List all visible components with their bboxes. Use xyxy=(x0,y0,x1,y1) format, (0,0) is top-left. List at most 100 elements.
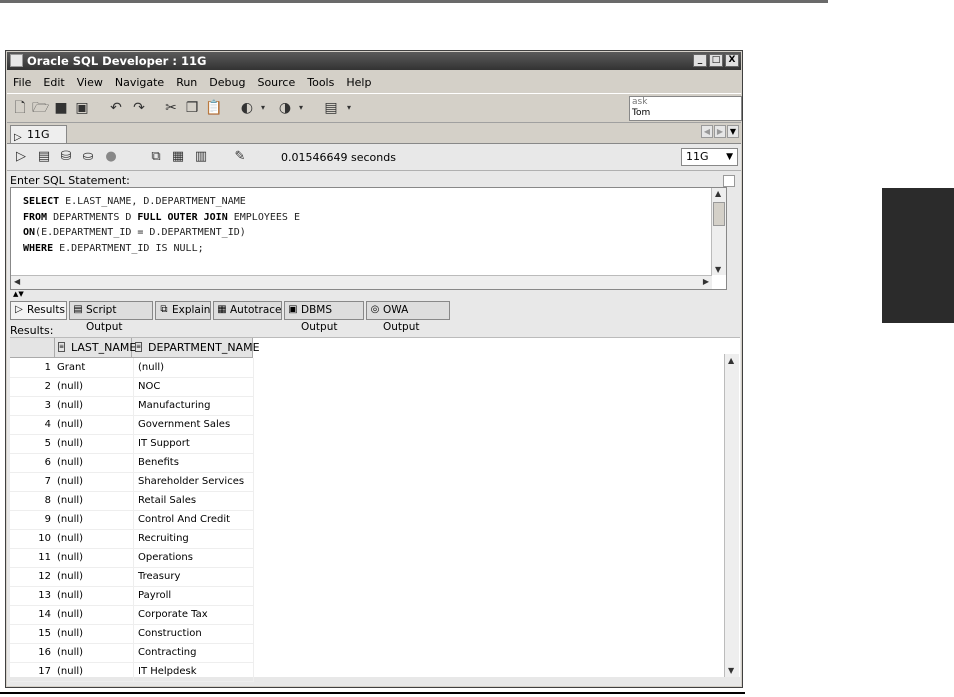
table-row[interactable]: 17 (null) IT Helpdesk xyxy=(10,662,254,682)
maximize-button[interactable]: □ xyxy=(709,54,723,67)
run-script-icon[interactable]: ▤ xyxy=(36,149,52,165)
table-row[interactable]: 8 (null) Retail Sales xyxy=(10,491,254,511)
table-row[interactable]: 16 (null) Contracting xyxy=(10,643,254,663)
save-all-icon[interactable]: ▣ xyxy=(74,100,90,116)
execute-statement-icon[interactable]: ▷ xyxy=(13,149,29,165)
sql-worksheet-icon[interactable]: ▤ xyxy=(323,100,339,116)
scroll-up-icon[interactable]: ▲ xyxy=(715,189,721,198)
tab-11g[interactable]: ▷ 11G xyxy=(10,125,67,143)
last-name-cell[interactable]: (null) xyxy=(54,377,134,396)
department-name-cell[interactable]: Manufacturing xyxy=(134,396,254,415)
row-number-cell[interactable]: 5 xyxy=(10,434,54,453)
tab-scroll-left-icon[interactable]: ◀ xyxy=(701,125,713,138)
department-name-cell[interactable]: Control And Credit xyxy=(134,510,254,529)
tab-owa-output[interactable]: ◎ OWA Output xyxy=(366,301,450,333)
row-number-cell[interactable]: 13 xyxy=(10,586,54,605)
department-name-cell[interactable]: Construction xyxy=(134,624,254,643)
undo-icon[interactable]: ↶ xyxy=(108,100,124,116)
department-name-cell[interactable]: NOC xyxy=(134,377,254,396)
table-row[interactable]: 2 (null) NOC xyxy=(10,377,254,397)
table-row[interactable]: 9 (null) Control And Credit xyxy=(10,510,254,530)
autotrace-icon[interactable]: ▦ xyxy=(170,149,186,165)
row-number-cell[interactable]: 3 xyxy=(10,396,54,415)
last-name-cell[interactable]: (null) xyxy=(54,643,134,662)
row-number-cell[interactable]: 6 xyxy=(10,453,54,472)
tab-list-icon[interactable]: ▼ xyxy=(727,125,739,138)
table-row[interactable]: 12 (null) Treasury xyxy=(10,567,254,587)
minimize-button[interactable]: _ xyxy=(693,54,707,67)
menu-edit[interactable]: Edit xyxy=(37,76,70,89)
menu-source[interactable]: Source xyxy=(251,76,301,89)
splitter-handle[interactable]: ▲▼ xyxy=(13,291,24,298)
row-number-cell[interactable]: 16 xyxy=(10,643,54,662)
forward-dropdown-icon[interactable]: ▾ xyxy=(293,100,309,116)
department-name-cell[interactable]: (null) xyxy=(134,358,254,377)
table-row[interactable]: 14 (null) Corporate Tax xyxy=(10,605,254,625)
tab-results[interactable]: ▷ Results xyxy=(10,301,67,320)
row-number-cell[interactable]: 17 xyxy=(10,662,54,681)
ask-search-box[interactable]: ask Tom xyxy=(629,96,742,121)
save-icon[interactable]: ■ xyxy=(53,100,69,116)
row-number-cell[interactable]: 9 xyxy=(10,510,54,529)
row-number-cell[interactable]: 10 xyxy=(10,529,54,548)
department-name-cell[interactable]: Benefits xyxy=(134,453,254,472)
department-name-cell[interactable]: Operations xyxy=(134,548,254,567)
scroll-right-icon[interactable]: ▶ xyxy=(703,277,709,286)
sql-dropdown-icon[interactable]: ▾ xyxy=(341,100,357,116)
tab-autotrace[interactable]: ▦ Autotrace xyxy=(213,301,282,320)
rollback-icon[interactable]: ⛀ xyxy=(80,149,96,165)
table-row[interactable]: 11 (null) Operations xyxy=(10,548,254,568)
last-name-cell[interactable]: (null) xyxy=(54,491,134,510)
last-name-cell[interactable]: (null) xyxy=(54,529,134,548)
row-number-cell[interactable]: 14 xyxy=(10,605,54,624)
tab-explain[interactable]: ⧉ Explain xyxy=(155,301,211,320)
back-icon[interactable]: ◐ xyxy=(239,100,255,116)
last-name-cell[interactable]: (null) xyxy=(54,662,134,681)
last-name-cell[interactable]: (null) xyxy=(54,624,134,643)
last-name-cell[interactable]: (null) xyxy=(54,453,134,472)
row-number-cell[interactable]: 11 xyxy=(10,548,54,567)
paste-icon[interactable]: 📋 xyxy=(205,100,222,116)
row-number-cell[interactable]: 8 xyxy=(10,491,54,510)
column-header-last-name[interactable]: ≡ LAST_NAME xyxy=(55,338,136,357)
menu-view[interactable]: View xyxy=(71,76,109,89)
close-button[interactable]: X xyxy=(725,54,739,67)
menu-help[interactable]: Help xyxy=(340,76,377,89)
table-row[interactable]: 6 (null) Benefits xyxy=(10,453,254,473)
table-row[interactable]: 5 (null) IT Support xyxy=(10,434,254,454)
new-file-icon[interactable]: 🗋 xyxy=(12,100,28,116)
menu-navigate[interactable]: Navigate xyxy=(109,76,170,89)
table-row[interactable]: 3 (null) Manufacturing xyxy=(10,396,254,416)
forward-icon[interactable]: ◑ xyxy=(277,100,293,116)
scroll-down-icon[interactable]: ▼ xyxy=(728,666,734,675)
scroll-down-icon[interactable]: ▼ xyxy=(715,265,721,274)
department-name-cell[interactable]: Corporate Tax xyxy=(134,605,254,624)
department-name-cell[interactable]: IT Helpdesk xyxy=(134,662,254,681)
menu-file[interactable]: File xyxy=(7,76,37,89)
cancel-icon[interactable]: ● xyxy=(103,149,119,165)
scroll-up-icon[interactable]: ▲ xyxy=(728,356,734,365)
column-header-department-name[interactable]: ≡ DEPARTMENT_NAME xyxy=(132,338,260,357)
table-row[interactable]: 4 (null) Government Sales xyxy=(10,415,254,435)
last-name-cell[interactable]: (null) xyxy=(54,548,134,567)
copy-icon[interactable]: ❐ xyxy=(184,100,200,116)
department-name-cell[interactable]: Government Sales xyxy=(134,415,254,434)
table-row[interactable]: 15 (null) Construction xyxy=(10,624,254,644)
row-number-cell[interactable]: 7 xyxy=(10,472,54,491)
row-number-cell[interactable]: 15 xyxy=(10,624,54,643)
eraser-icon[interactable]: ✎ xyxy=(232,149,248,165)
maximize-checkbox[interactable] xyxy=(723,175,735,187)
last-name-cell[interactable]: Grant xyxy=(54,358,134,377)
last-name-cell[interactable]: (null) xyxy=(54,396,134,415)
last-name-cell[interactable]: (null) xyxy=(54,415,134,434)
open-folder-icon[interactable]: 🗁 xyxy=(32,100,49,116)
grid-vertical-scrollbar[interactable]: ▲ ▼ xyxy=(724,354,739,677)
department-name-cell[interactable]: Retail Sales xyxy=(134,491,254,510)
last-name-cell[interactable]: (null) xyxy=(54,605,134,624)
last-name-cell[interactable]: (null) xyxy=(54,567,134,586)
scroll-left-icon[interactable]: ◀ xyxy=(14,277,20,286)
department-name-cell[interactable]: Recruiting xyxy=(134,529,254,548)
menu-tools[interactable]: Tools xyxy=(301,76,340,89)
last-name-cell[interactable]: (null) xyxy=(54,586,134,605)
explain-plan-icon[interactable]: ⧉ xyxy=(148,149,164,165)
